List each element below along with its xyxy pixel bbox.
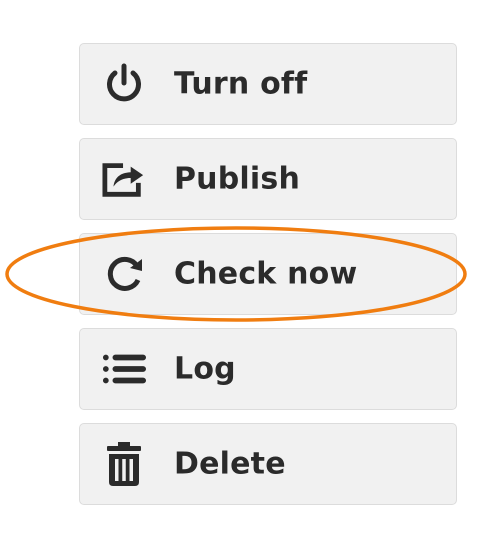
publish-button[interactable]: Publish (79, 138, 457, 220)
power-icon (102, 62, 146, 106)
check-now-label: Check now (174, 256, 358, 292)
publish-label: Publish (174, 161, 300, 197)
trash-icon (102, 442, 146, 486)
check-now-button[interactable]: Check now (79, 233, 457, 315)
log-button[interactable]: Log (79, 328, 457, 410)
delete-label: Delete (174, 446, 286, 482)
list-icon (102, 347, 146, 391)
share-icon (102, 157, 146, 201)
log-label: Log (174, 351, 236, 387)
turn-off-label: Turn off (174, 66, 308, 102)
action-menu: Turn off Publish Check now Log Delete (79, 43, 457, 518)
turn-off-button[interactable]: Turn off (79, 43, 457, 125)
refresh-icon (102, 252, 146, 296)
delete-button[interactable]: Delete (79, 423, 457, 505)
